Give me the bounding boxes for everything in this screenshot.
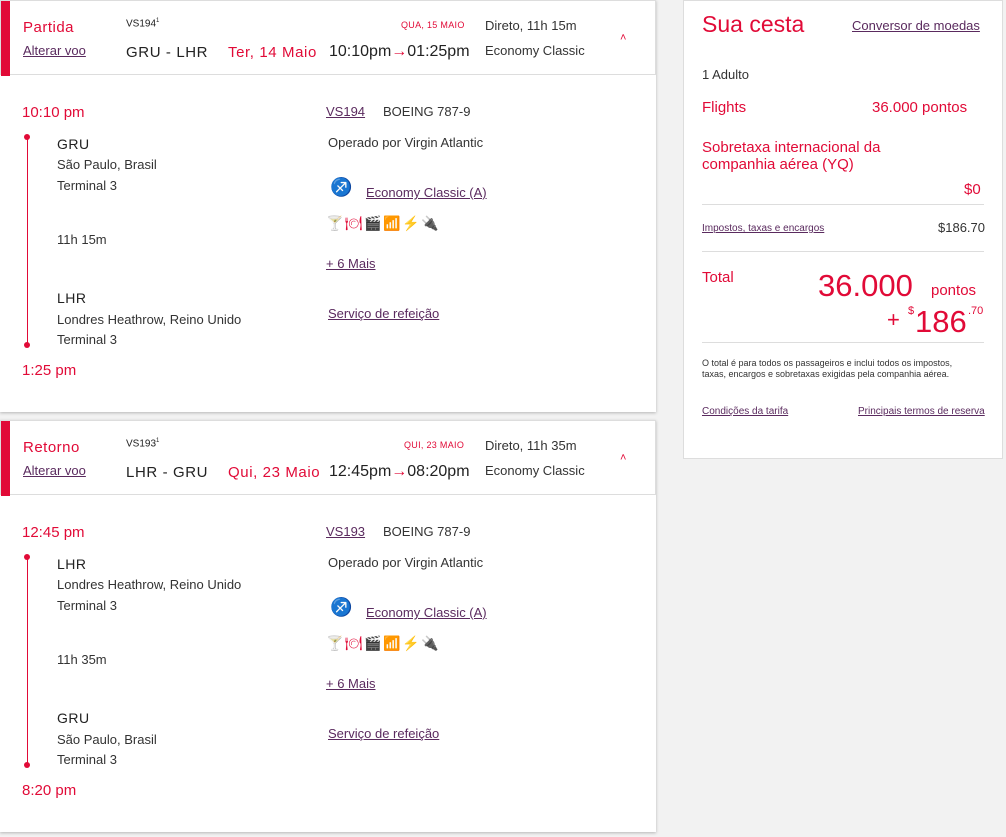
departure-terminal: Terminal 3 [57,178,117,193]
arrival-airport: LHR [57,290,87,306]
flights-label: Flights [702,99,747,116]
timeline-dot [24,762,30,768]
departure-time: 10:10 pm [22,104,85,121]
departure-date: Qui, 23 Maio [228,464,321,481]
operated-by: Operado por Virgin Atlantic [328,135,484,150]
change-flight-link[interactable]: Alterar voo [23,463,86,478]
outbound-header[interactable]: Partida Alterar voo VS1941 GRU - LHR Ter… [0,0,656,76]
arrival-time: 1:25 pm [22,362,77,379]
divider [702,251,984,252]
meal-service-link[interactable]: Serviço de refeição [328,726,445,741]
fare-conditions-link[interactable]: Condições da tarifa [702,406,788,417]
direct-duration: Direto, 11h 35m [485,438,577,453]
arrival-time: 8:20 pm [22,782,77,799]
route: LHR - GRU [126,464,209,481]
flights-value: 36.000 pontos [872,99,968,116]
arrival-date: QUA, 15 MAIO [401,20,465,30]
flight-duration: 11h 15m [57,232,107,247]
meal-icon: 🍽 [345,635,363,651]
surcharge-label: Sobretaxa internacional da companhia aér… [702,139,881,173]
flight-number: VS1931 [126,438,160,450]
points-unit: pontos [931,282,977,299]
booking-terms-link[interactable]: Principais termos de reserva [858,406,985,417]
arrival-terminal: Terminal 3 [57,332,117,347]
arrival-date: QUI, 23 MAIO [404,440,465,450]
total-cents: .70 [968,305,984,317]
total-disclaimer: O total é para todos os passageiros e in… [702,358,953,379]
departure-terminal: Terminal 3 [57,598,117,613]
usb-icon: ⚡ [402,215,420,231]
arrival-airport: GRU [57,710,90,726]
accent-bar [1,1,10,76]
aircraft-type: BOEING 787-9 [383,104,471,119]
meal-icon: 🍽 [345,215,363,231]
accent-bar [1,421,10,496]
route: GRU - LHR [126,44,209,61]
amenities: 🍸 🍽🎬 📶 ⚡ 🔌 [326,215,440,233]
total-points: 36.000 [818,268,913,303]
outbound-flight-card: Partida Alterar voo VS1941 GRU - LHR Ter… [0,0,656,412]
currency-symbol: $ [908,305,915,317]
drink-icon: 🍸 [326,215,344,231]
flight-times: 10:10pm→01:25pm [329,43,470,60]
entertainment-icon: 🎬 [364,215,382,231]
direct-duration: Direto, 11h 15m [485,18,577,33]
taxes-value: $186.70 [938,220,985,235]
entertainment-icon: 🎬 [364,635,382,651]
divider [702,342,984,343]
wifi-icon: 📶 [383,635,401,651]
seat-icon: ♐ [330,597,353,617]
flight-times: 12:45pm→08:20pm [329,463,470,480]
plus-sign: + [887,307,900,332]
operated-by: Operado por Virgin Atlantic [328,555,484,570]
flight-number: VS1941 [126,18,160,30]
power-icon: 🔌 [421,215,439,231]
arrival-city: Londres Heathrow, Reino Unido [57,312,242,327]
timeline-dot [24,342,30,348]
departure-city: São Paulo, Brasil [57,157,157,172]
drink-icon: 🍸 [326,635,344,651]
return-flight-card: Retorno Alterar voo VS1931 LHR - GRU Qui… [0,420,656,832]
departure-time: 12:45 pm [22,524,85,541]
basket-panel: Sua cesta Conversor de moedas 1 Adulto F… [683,0,1003,459]
wifi-icon: 📶 [383,215,401,231]
seat-icon: ♐ [330,177,353,197]
flight-number-link[interactable]: VS193 [326,524,365,539]
taxes-link[interactable]: Impostos, taxas e encargos [702,223,824,234]
fare-class-link[interactable]: Economy Classic (A) [366,605,495,620]
basket-title: Sua cesta [702,11,805,37]
chevron-up-icon[interactable]: ˄ [620,32,626,44]
cabin-class: Economy Classic [485,463,585,478]
arrival-city: São Paulo, Brasil [57,732,157,747]
surcharge-value: $0 [964,181,981,198]
total-label: Total [702,269,734,286]
outbound-label: Partida [23,19,75,36]
more-amenities-link[interactable]: + 6 Mais [326,676,376,691]
meal-service-link[interactable]: Serviço de refeição [328,306,445,321]
return-label: Retorno [23,439,80,456]
aircraft-type: BOEING 787-9 [383,524,471,539]
passenger-count: 1 Adulto [702,67,749,82]
more-amenities-link[interactable]: + 6 Mais [326,256,376,271]
flight-number-link[interactable]: VS194 [326,104,365,119]
fare-class-link[interactable]: Economy Classic (A) [366,185,495,200]
currency-converter-link[interactable]: Conversor de moedas [852,18,980,33]
return-header[interactable]: Retorno Alterar voo VS1931 LHR - GRU Qui… [0,420,656,496]
total-cash: 186 [915,304,967,339]
divider [702,204,984,205]
departure-city: Londres Heathrow, Reino Unido [57,577,242,592]
departure-airport: LHR [57,556,87,572]
chevron-up-icon[interactable]: ˄ [620,452,626,464]
power-icon: 🔌 [421,635,439,651]
departure-airport: GRU [57,136,90,152]
timeline-line [27,137,28,345]
timeline-line [27,557,28,765]
change-flight-link[interactable]: Alterar voo [23,43,86,58]
amenities: 🍸 🍽🎬 📶 ⚡ 🔌 [326,635,440,653]
cabin-class: Economy Classic [485,43,585,58]
flight-duration: 11h 35m [57,652,107,667]
usb-icon: ⚡ [402,635,420,651]
departure-date: Ter, 14 Maio [228,44,317,61]
arrival-terminal: Terminal 3 [57,752,117,767]
